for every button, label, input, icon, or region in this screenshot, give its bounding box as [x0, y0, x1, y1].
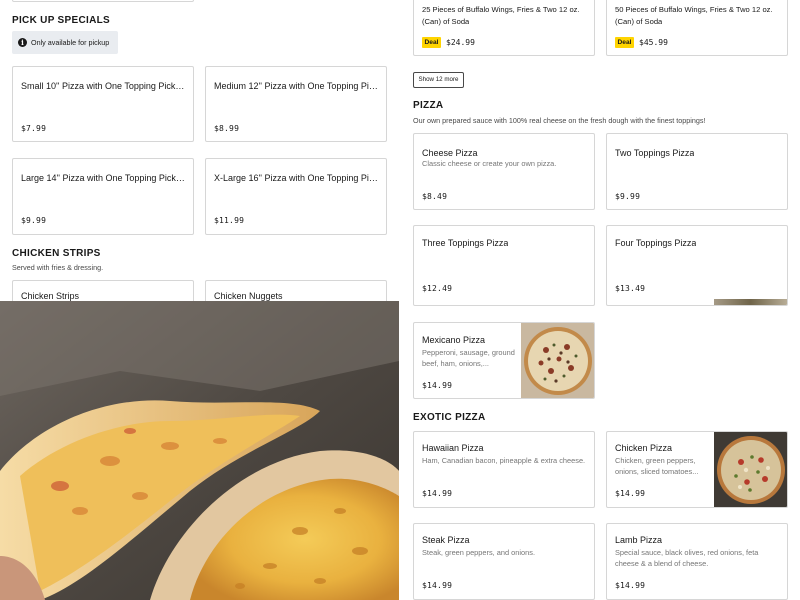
chicken-strips-title: CHICKEN STRIPS: [12, 248, 101, 259]
item-price: $14.99: [422, 581, 453, 590]
item-price: $14.99: [422, 381, 453, 390]
pickup-specials-title: PICK UP SPECIALS: [12, 15, 110, 26]
item-price: $11.99: [214, 216, 245, 225]
menu-item-large-pizza[interactable]: Large 14'' Pizza with One Topping Pick U…: [12, 158, 194, 235]
item-name: Two Toppings Pizza: [615, 148, 695, 158]
item-description-line2: onions, sliced tomatoes...: [615, 467, 699, 476]
menu-item-four-toppings-pizza[interactable]: Four Toppings Pizza $13.49: [606, 225, 788, 306]
item-description-line1: Pepperoni, sausage, ground: [422, 348, 515, 357]
mexicano-pizza-thumbnail: [521, 323, 594, 398]
item-name: Steak Pizza: [422, 535, 470, 545]
item-name: Chicken Pizza: [615, 443, 673, 453]
item-name: Lamb Pizza: [615, 535, 663, 545]
chicken-strips-subtitle: Served with fries & dressing.: [12, 263, 104, 272]
menu-item-25-wings-deal[interactable]: 25 Pieces of Buffalo Wings, Fries & Two …: [413, 0, 595, 56]
exotic-pizza-title: EXOTIC PIZZA: [413, 412, 486, 423]
item-description-line1: Special sauce, black olives, red onions,…: [615, 548, 759, 557]
item-description-line2: beef, ham, onions,...: [422, 359, 489, 368]
menu-item-steak-pizza[interactable]: Steak Pizza Steak, green peppers, and on…: [413, 523, 595, 600]
pizza-section-subtitle: Our own prepared sauce with 100% real ch…: [413, 116, 706, 125]
item-name: Mexicano Pizza: [422, 335, 486, 345]
item-description: Steak, green peppers, and onions.: [422, 548, 535, 557]
item-price: $14.99: [615, 489, 646, 498]
item-price: $8.49: [422, 192, 448, 201]
item-description-line2: cheese & a blend of cheese.: [615, 559, 709, 568]
item-name: Small 10'' Pizza with One Topping Pick U…: [21, 81, 185, 91]
menu-item-lamb-pizza[interactable]: Lamb Pizza Special sauce, black olives, …: [606, 523, 788, 600]
menu-item-xlarge-pizza[interactable]: X-Large 16'' Pizza with One Topping Pick…: [205, 158, 387, 235]
item-name: Medium 12'' Pizza with One Topping Pick.…: [214, 81, 378, 91]
item-price: $45.99: [639, 38, 668, 47]
item-name: Three Toppings Pizza: [422, 238, 509, 248]
item-name-line1: 50 Pieces of Buffalo Wings, Fries & Two …: [615, 5, 773, 14]
pizza-section-title: PIZZA: [413, 100, 444, 111]
item-price: $14.99: [422, 489, 453, 498]
menu-item-50-wings-deal[interactable]: 50 Pieces of Buffalo Wings, Fries & Two …: [606, 0, 788, 56]
menu-item-mexicano-pizza[interactable]: Mexicano Pizza Pepperoni, sausage, groun…: [413, 322, 595, 399]
info-icon: i: [18, 38, 27, 47]
item-name: Large 14'' Pizza with One Topping Pick U…: [21, 173, 185, 183]
menu-item-chicken-pizza[interactable]: Chicken Pizza Chicken, green peppers, on…: [606, 431, 788, 508]
item-name-line2: (Can) of Soda: [615, 17, 663, 26]
item-price: $12.49: [422, 284, 453, 293]
show-more-button[interactable]: Show 12 more: [413, 72, 464, 88]
item-description: Ham, Canadian bacon, pineapple & extra c…: [422, 456, 586, 465]
item-name: Four Toppings Pizza: [615, 238, 697, 248]
item-price: $8.99: [214, 124, 240, 133]
pickup-only-notice: i Only available for pickup: [12, 31, 118, 54]
partial-menu-card[interactable]: [12, 0, 194, 2]
menu-item-three-toppings-pizza[interactable]: Three Toppings Pizza $12.49: [413, 225, 595, 306]
deal-badge: Deal: [615, 37, 634, 48]
chicken-pizza-thumbnail: [714, 432, 787, 507]
pizza-photo-overlay: [0, 301, 399, 600]
item-description-line1: Chicken, green peppers,: [615, 456, 696, 465]
item-name-line2: (Can) of Soda: [422, 17, 470, 26]
item-price: $9.99: [615, 192, 641, 201]
menu-item-hawaiian-pizza[interactable]: Hawaiian Pizza Ham, Canadian bacon, pine…: [413, 431, 595, 508]
item-description: Classic cheese or create your own pizza.: [422, 159, 557, 168]
item-name: X-Large 16'' Pizza with One Topping Pick…: [214, 173, 378, 183]
item-price: $24.99: [446, 38, 475, 47]
item-price: $14.99: [615, 581, 646, 590]
pickup-only-text: Only available for pickup: [31, 38, 110, 47]
menu-item-cheese-pizza[interactable]: Cheese Pizza Classic cheese or create yo…: [413, 133, 595, 210]
item-price: $7.99: [21, 124, 47, 133]
item-name-line1: 25 Pieces of Buffalo Wings, Fries & Two …: [422, 5, 580, 14]
item-price: $13.49: [615, 284, 646, 293]
menu-item-small-pizza[interactable]: Small 10'' Pizza with One Topping Pick U…: [12, 66, 194, 142]
menu-item-medium-pizza[interactable]: Medium 12'' Pizza with One Topping Pick.…: [205, 66, 387, 142]
pizza-thumbnail: [714, 299, 787, 305]
deal-badge: Deal: [422, 37, 441, 48]
menu-item-two-toppings-pizza[interactable]: Two Toppings Pizza $9.99: [606, 133, 788, 210]
item-price: $9.99: [21, 216, 47, 225]
item-name: Hawaiian Pizza: [422, 443, 484, 453]
